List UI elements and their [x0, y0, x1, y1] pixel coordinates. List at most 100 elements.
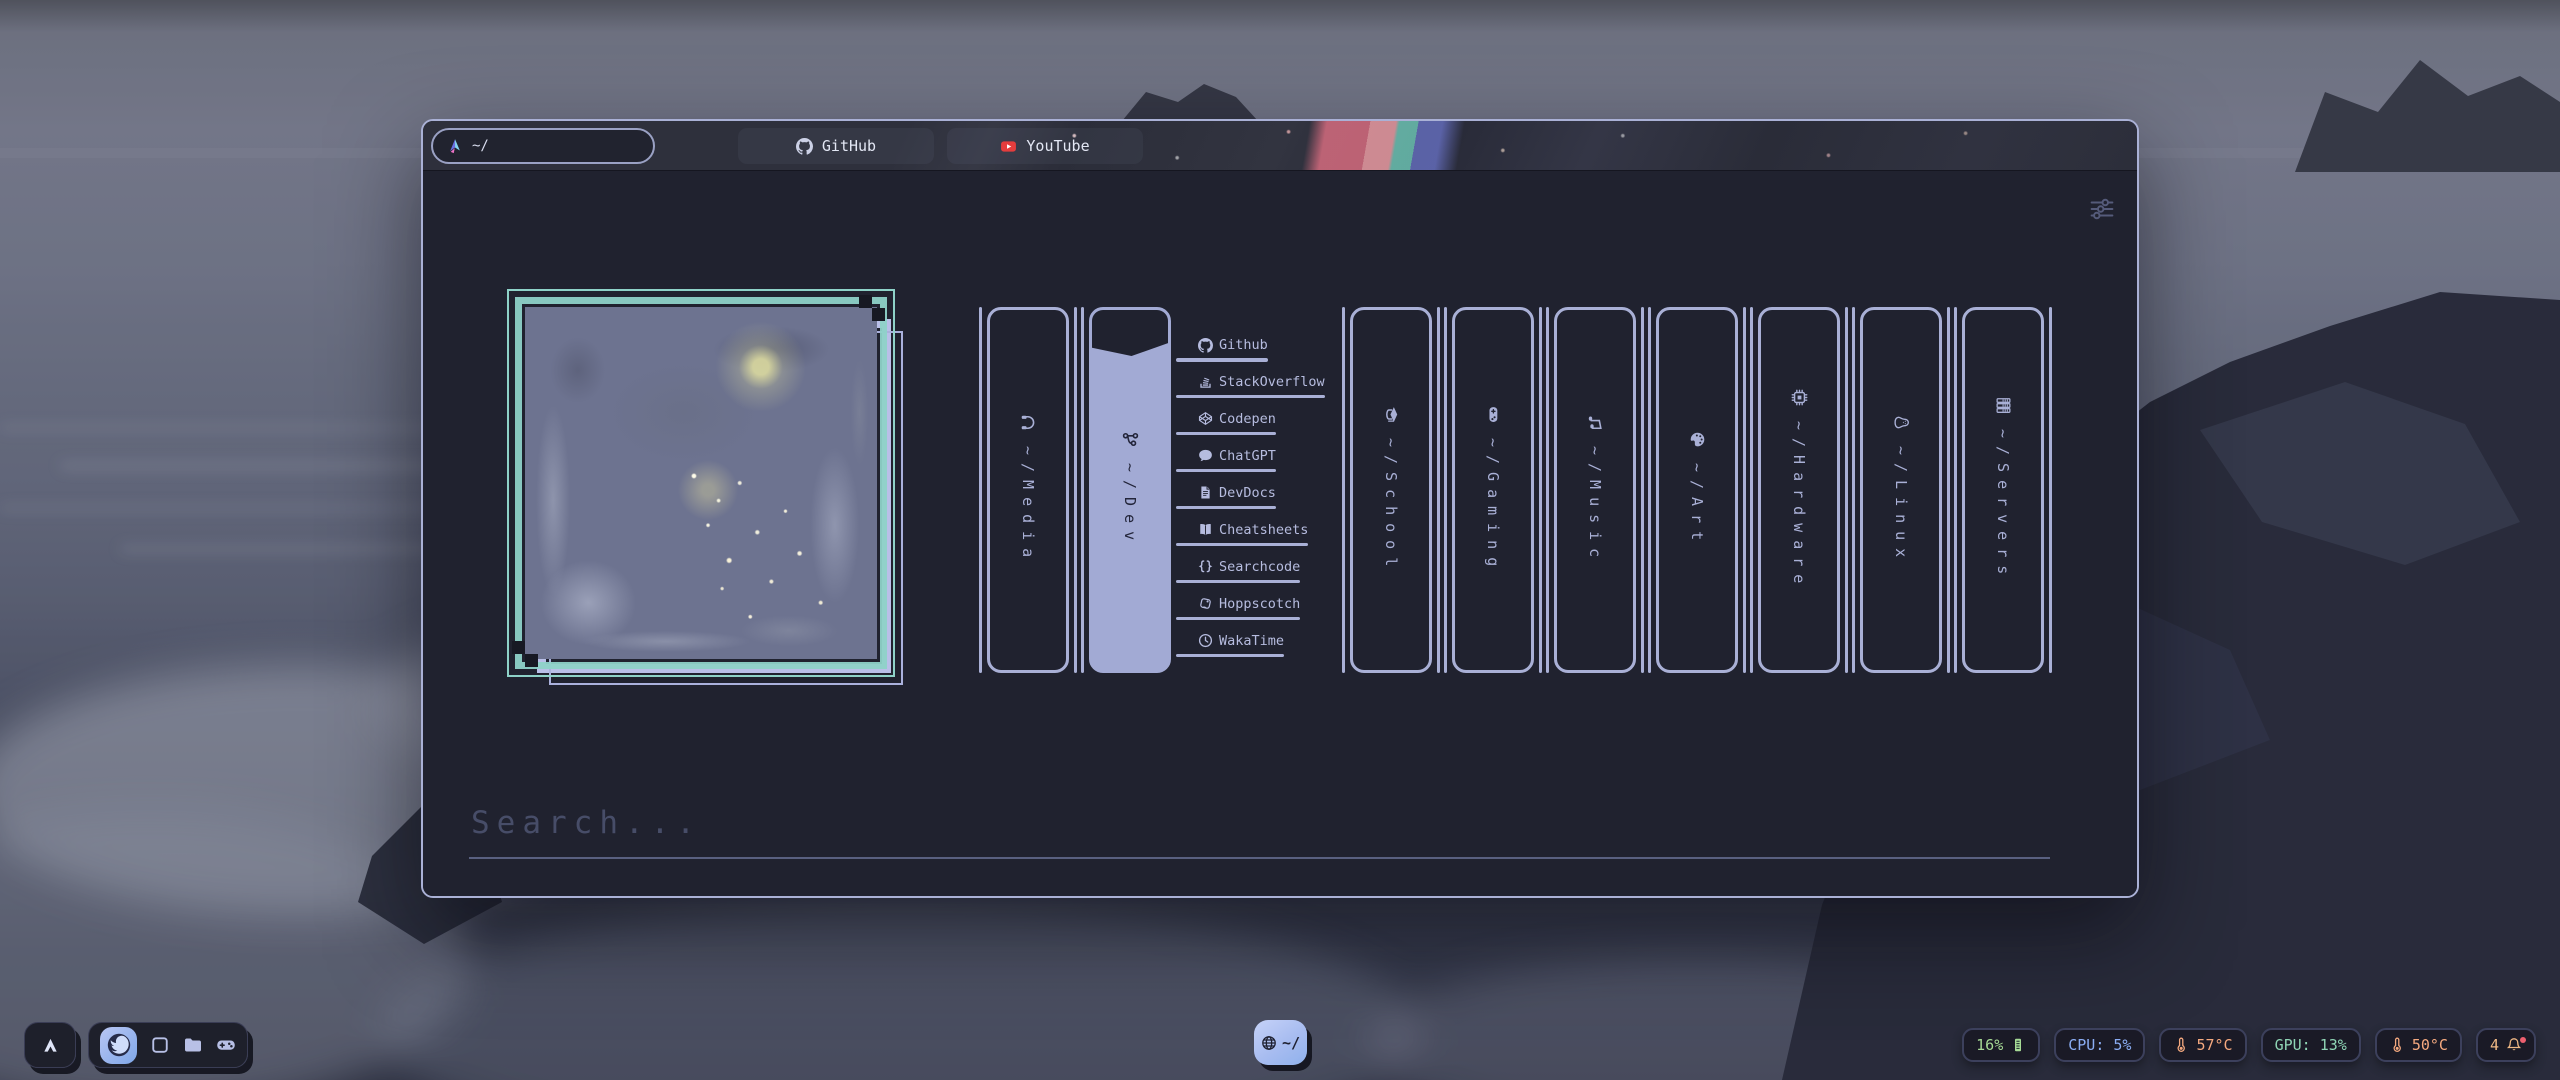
- shelf-spine-hardware[interactable]: ~/Hardware: [1758, 307, 1840, 673]
- spine-label: ~/Music: [1586, 446, 1604, 565]
- dock-item-files[interactable]: [183, 1035, 203, 1055]
- link-underline: [1176, 432, 1276, 436]
- book-icon: [1198, 522, 1213, 537]
- active-window-button[interactable]: ~/: [1254, 1020, 1307, 1065]
- stat-pill-notifications[interactable]: 4: [2476, 1028, 2536, 1062]
- shelf-divider: [1437, 307, 1440, 673]
- link-label: Codepen: [1219, 411, 1276, 427]
- spine-content: ~/Servers: [1994, 397, 2012, 582]
- spine-content: ~/School: [1382, 406, 1400, 574]
- frame-handle: [859, 295, 872, 308]
- server-rack-icon: [1995, 397, 2012, 414]
- gamepad-icon: [216, 1035, 236, 1055]
- shelf-spine-gaming[interactable]: ~/Gaming: [1452, 307, 1534, 673]
- link-underline: [1176, 580, 1300, 584]
- shelf-book-school: ~/School: [1342, 307, 1440, 673]
- link-underline: [1176, 543, 1308, 547]
- shelf-divider: [1648, 307, 1651, 673]
- dock-item-games[interactable]: [216, 1035, 236, 1055]
- stat-text: CPU: 5%: [2068, 1036, 2131, 1054]
- dock: [88, 1022, 248, 1068]
- stat-pill-cpu-usage[interactable]: CPU: 5%: [2054, 1028, 2145, 1062]
- shelf-spine-media[interactable]: ~/Media: [987, 307, 1069, 673]
- clock-icon: [1198, 633, 1213, 648]
- spine-content: ~/Art: [1688, 431, 1706, 548]
- shelf-book-servers: ~/Servers: [1954, 307, 2052, 673]
- spine-top-cap: [1092, 310, 1168, 356]
- dock-item-terminal[interactable]: [150, 1035, 170, 1055]
- link-row: Github: [1176, 337, 1268, 353]
- link-label: Github: [1219, 337, 1268, 353]
- spine-label: ~/Gaming: [1484, 438, 1502, 574]
- link-devdocs[interactable]: DevDocs: [1176, 485, 1276, 510]
- address-bar[interactable]: ~/: [431, 128, 655, 164]
- shelf-divider: [1641, 307, 1644, 673]
- spine-label: ~/Art: [1688, 463, 1706, 548]
- stat-pill-memory[interactable]: 16%: [1962, 1028, 2040, 1062]
- link-row: Hoppscotch: [1176, 596, 1300, 612]
- search-input[interactable]: [469, 805, 2050, 859]
- shelf-spine-dev[interactable]: ~/Dev: [1089, 307, 1171, 673]
- link-cheatsheets[interactable]: Cheatsheets: [1176, 522, 1308, 547]
- shelf-spine-music[interactable]: ~/Music: [1554, 307, 1636, 673]
- shelf-spine-servers[interactable]: ~/Servers: [1962, 307, 2044, 673]
- spine-label: ~/Hardware: [1790, 421, 1808, 591]
- link-github[interactable]: Github: [1176, 337, 1268, 362]
- hoppscotch-icon: [1198, 596, 1213, 611]
- sliders-icon[interactable]: [2089, 197, 2115, 221]
- tab-github[interactable]: GitHub: [738, 128, 934, 164]
- link-label: WakaTime: [1219, 633, 1284, 649]
- stat-pill-gpu-temp[interactable]: 50°C: [2375, 1028, 2462, 1062]
- folder-icon: [183, 1035, 203, 1055]
- spine-label: ~/Linux: [1892, 446, 1910, 565]
- firefox-icon: [105, 1031, 133, 1059]
- frame-teal-thin: [507, 289, 895, 677]
- shelf-divider: [1845, 307, 1848, 673]
- spine-label: ~/Dev: [1121, 463, 1139, 548]
- link-chatgpt[interactable]: ChatGPT: [1176, 448, 1276, 473]
- link-row: StackOverflow: [1176, 374, 1325, 390]
- shelf-divider: [1074, 307, 1077, 673]
- shelf-spine-school[interactable]: ~/School: [1350, 307, 1432, 673]
- shelf-spine-linux[interactable]: ~/Linux: [1860, 307, 1942, 673]
- ram-icon: [2010, 1037, 2026, 1053]
- link-label: StackOverflow: [1219, 374, 1325, 390]
- git-branch-icon: [1122, 431, 1139, 448]
- link-row: DevDocs: [1176, 485, 1276, 501]
- music-note-icon: [1587, 414, 1604, 431]
- browser-window: ~/ GitHub YouTube ~/Media~/DevGi: [421, 119, 2139, 898]
- gamepad-icon: [1485, 406, 1502, 423]
- link-underline: [1176, 358, 1268, 362]
- link-row: Searchcode: [1176, 559, 1300, 575]
- thermometer-icon: [2389, 1037, 2405, 1053]
- github-icon: [1198, 338, 1213, 353]
- spine-content: ~/Linux: [1892, 414, 1910, 565]
- stat-pill-gpu-usage[interactable]: GPU: 13%: [2261, 1028, 2361, 1062]
- frame-handle: [512, 641, 525, 654]
- shelf-spine-art[interactable]: ~/Art: [1656, 307, 1738, 673]
- stat-text: GPU: 13%: [2275, 1036, 2347, 1054]
- shelf-book-media: ~/Media: [979, 307, 1077, 673]
- link-hoppscotch[interactable]: Hoppscotch: [1176, 596, 1300, 621]
- stat-text: 16%: [1976, 1036, 2003, 1054]
- stackoverflow-icon: [1198, 374, 1213, 389]
- stat-pill-cpu-temp[interactable]: 57°C: [2159, 1028, 2246, 1062]
- link-stackoverflow[interactable]: StackOverflow: [1176, 374, 1325, 399]
- link-row: Cheatsheets: [1176, 522, 1308, 538]
- tab-youtube[interactable]: YouTube: [947, 128, 1143, 164]
- github-favicon: [796, 138, 813, 155]
- frame-handle: [872, 308, 885, 321]
- stat-text: 4: [2490, 1036, 2499, 1054]
- search-bar: [469, 805, 2050, 859]
- link-searchcode[interactable]: Searchcode: [1176, 559, 1300, 584]
- link-wakatime[interactable]: WakaTime: [1176, 633, 1284, 658]
- app-launcher-button[interactable]: [24, 1022, 76, 1068]
- browser-tab-bar: ~/ GitHub YouTube: [423, 121, 2137, 171]
- link-label: DevDocs: [1219, 485, 1276, 501]
- address-url: ~/: [472, 138, 489, 154]
- stat-text: 57°C: [2196, 1036, 2232, 1054]
- link-codepen[interactable]: Codepen: [1176, 411, 1276, 436]
- link-underline: [1176, 395, 1325, 399]
- dock-item-firefox[interactable]: [100, 1027, 137, 1064]
- shelf-book-dev: ~/Dev Github StackOverflow Codepen ChatGPT De…: [1081, 307, 1338, 673]
